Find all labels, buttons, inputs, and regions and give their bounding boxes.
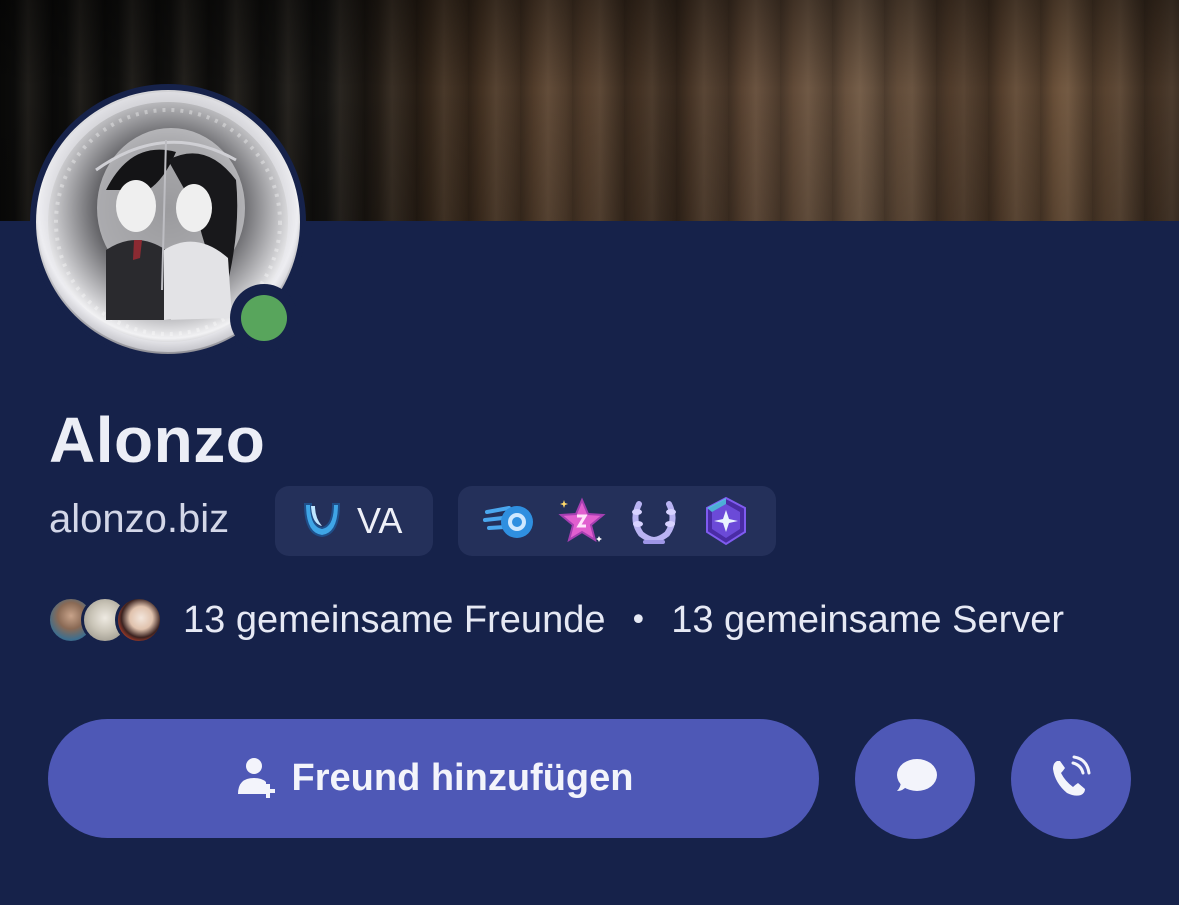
mutual-friends-link[interactable]: 13 gemeinsame Freunde (183, 599, 605, 642)
mutual-avatars (47, 594, 171, 646)
call-button[interactable] (1011, 719, 1131, 839)
display-name: Alonzo (49, 404, 266, 476)
mutual-servers-link[interactable]: 13 gemeinsame Server (671, 599, 1064, 642)
star-quest-badge-icon[interactable] (554, 493, 610, 549)
status-indicator (230, 284, 298, 352)
message-button[interactable] (855, 719, 975, 839)
add-friend-icon (234, 754, 280, 804)
hypesquad-style-badge-icon[interactable] (482, 493, 538, 549)
server-tag[interactable]: VA (275, 486, 433, 556)
online-status-dot (241, 295, 287, 341)
add-friend-button[interactable]: Freund hinzufügen (48, 719, 819, 838)
username: alonzo.biz (49, 497, 230, 541)
crescent-badge-icon (299, 496, 345, 546)
separator-dot: • (629, 602, 648, 638)
mutuals-row[interactable]: 13 gemeinsame Freunde • 13 gemeinsame Se… (47, 592, 1064, 648)
phone-call-icon (1047, 753, 1095, 805)
add-friend-label: Freund hinzufügen (291, 757, 634, 799)
gem-nitro-badge-icon[interactable] (698, 493, 754, 549)
avatar (115, 596, 163, 644)
server-tag-label: VA (357, 500, 403, 541)
chat-bubble-icon (891, 753, 939, 805)
badge-list (458, 486, 776, 556)
laurel-badge-icon[interactable] (626, 493, 682, 549)
